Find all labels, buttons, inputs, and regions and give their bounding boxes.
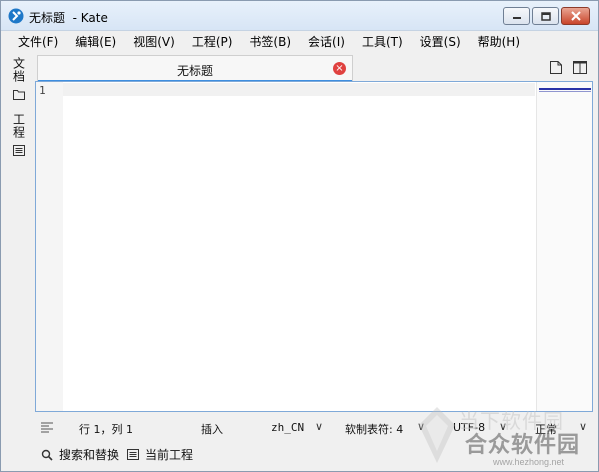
tab-close-icon[interactable]: ×: [333, 62, 346, 75]
maximize-icon: [540, 11, 551, 21]
minimap-viewport[interactable]: [539, 88, 591, 92]
new-document-icon[interactable]: [549, 61, 563, 74]
input-mode[interactable]: 插入: [201, 421, 223, 437]
watermark-logo-icon: [419, 407, 455, 463]
cursor-position[interactable]: 行 1，列 1: [79, 421, 133, 437]
menu-edit[interactable]: 编辑(E): [70, 33, 121, 50]
menu-view[interactable]: 视图(V): [128, 33, 180, 50]
menu-project[interactable]: 工程(P): [187, 33, 238, 50]
minimize-button[interactable]: [503, 7, 530, 25]
watermark-line2: 合众软件园: [465, 433, 581, 458]
documents-tab-label: 文档: [11, 57, 26, 83]
current-project-button[interactable]: 当前工程: [127, 446, 193, 463]
kate-app-icon: [8, 8, 24, 24]
watermark: 当下软件园 合众软件园 www.hezhong.net: [411, 399, 598, 471]
document-tab-bar: 无标题 ×: [35, 53, 598, 82]
menu-help[interactable]: 帮助(H): [473, 33, 525, 50]
sidebar-tab-documents[interactable]: 文档: [9, 57, 29, 100]
line-number: 1: [39, 84, 46, 97]
minimap[interactable]: [536, 82, 592, 411]
menu-bookmarks[interactable]: 书签(B): [244, 33, 296, 50]
close-button[interactable]: [561, 7, 590, 25]
search-replace-button[interactable]: 搜索和替换: [41, 446, 119, 463]
menu-file[interactable]: 文件(F): [13, 33, 63, 50]
line-number-gutter: 1: [36, 82, 63, 411]
close-icon: [570, 11, 581, 21]
project-tab-label: 工程: [11, 113, 26, 139]
minimize-icon: [512, 17, 521, 19]
search-replace-label: 搜索和替换: [59, 448, 120, 462]
tab-untitled[interactable]: 无标题 ×: [37, 55, 353, 82]
title-bar: 无标题 - Kate: [1, 1, 598, 31]
project-list-icon: [13, 145, 25, 156]
text-editor[interactable]: 1: [35, 81, 593, 412]
align-lines-icon[interactable]: [41, 422, 53, 433]
folder-icon: [13, 90, 25, 100]
search-icon: [41, 449, 53, 461]
dictionary-chevron-icon[interactable]: ∨: [315, 420, 323, 433]
side-panel-tabs: 文档 工程: [1, 53, 35, 413]
tab-label: 无标题: [176, 64, 213, 78]
menu-tools[interactable]: 工具(T): [357, 33, 408, 50]
dictionary-select[interactable]: zh_CN: [271, 421, 304, 434]
current-project-label: 当前工程: [145, 448, 194, 462]
window-title: 无标题 - Kate: [29, 11, 108, 25]
watermark-url: www.hezhong.net: [493, 457, 565, 467]
menu-sessions[interactable]: 会话(I): [303, 33, 350, 50]
menu-bar: 文件(F) 编辑(E) 视图(V) 工程(P) 书签(B) 会话(I) 工具(T…: [1, 31, 598, 51]
menu-settings[interactable]: 设置(S): [415, 33, 466, 50]
indentation-select[interactable]: 软制表符: 4: [345, 421, 403, 437]
kate-window: 无标题 - Kate 文件(F) 编辑(E) 视图(V) 工程(P) 书签(B)…: [0, 0, 599, 472]
split-view-icon[interactable]: [573, 61, 587, 74]
current-line-highlight: [63, 83, 535, 96]
sidebar-tab-project[interactable]: 工程: [9, 113, 29, 156]
project-list-icon: [127, 449, 139, 460]
maximize-button[interactable]: [532, 7, 559, 25]
